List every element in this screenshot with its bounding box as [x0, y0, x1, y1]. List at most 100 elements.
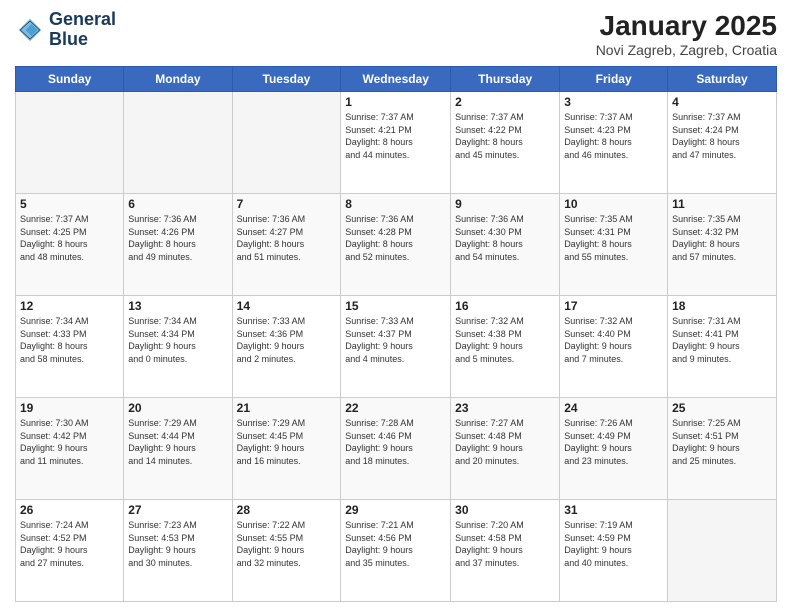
weekday-header-wednesday: Wednesday: [341, 67, 451, 92]
logo-line1: General: [49, 10, 116, 30]
calendar-cell: 29 Sunrise: 7:21 AM Sunset: 4:56 PM Dayli…: [341, 500, 451, 602]
weekday-header-friday: Friday: [560, 67, 668, 92]
calendar-cell: 2 Sunrise: 7:37 AM Sunset: 4:22 PM Daylig…: [451, 92, 560, 194]
calendar-cell: [232, 92, 341, 194]
calendar-cell: 30 Sunrise: 7:20 AM Sunset: 4:58 PM Dayli…: [451, 500, 560, 602]
calendar-week-3: 12 Sunrise: 7:34 AM Sunset: 4:33 PM Dayli…: [16, 296, 777, 398]
day-info: Sunrise: 7:29 AM Sunset: 4:44 PM Dayligh…: [128, 417, 227, 467]
day-number: 9: [455, 197, 555, 211]
title-block: January 2025 Novi Zagreb, Zagreb, Croati…: [596, 10, 777, 58]
day-info: Sunrise: 7:29 AM Sunset: 4:45 PM Dayligh…: [237, 417, 337, 467]
calendar-cell: 18 Sunrise: 7:31 AM Sunset: 4:41 PM Dayli…: [668, 296, 777, 398]
day-info: Sunrise: 7:32 AM Sunset: 4:38 PM Dayligh…: [455, 315, 555, 365]
calendar-cell: 7 Sunrise: 7:36 AM Sunset: 4:27 PM Daylig…: [232, 194, 341, 296]
calendar-cell: 14Sunrise: 7:33 AM Sunset: 4:36 PM Dayli…: [232, 296, 341, 398]
day-number: 18: [672, 299, 772, 313]
header: General Blue January 2025 Novi Zagreb, Z…: [15, 10, 777, 58]
day-info: Sunrise: 7:33 AM Sunset: 4:36 PM Dayligh…: [237, 315, 337, 365]
day-info: Sunrise: 7:21 AM Sunset: 4:56 PM Dayligh…: [345, 519, 446, 569]
day-info: Sunrise: 7:27 AM Sunset: 4:48 PM Dayligh…: [455, 417, 555, 467]
day-number: 11: [672, 197, 772, 211]
calendar-cell: 8Sunrise: 7:36 AM Sunset: 4:28 PM Daylig…: [341, 194, 451, 296]
day-info: Sunrise: 7:37 AM Sunset: 4:25 PM Dayligh…: [20, 213, 119, 263]
calendar-cell: 19 Sunrise: 7:30 AM Sunset: 4:42 PM Dayli…: [16, 398, 124, 500]
calendar-cell: 31 Sunrise: 7:19 AM Sunset: 4:59 PM Dayli…: [560, 500, 668, 602]
calendar-cell: [124, 92, 232, 194]
calendar-cell: 5Sunrise: 7:37 AM Sunset: 4:25 PM Daylig…: [16, 194, 124, 296]
calendar-cell: 24 Sunrise: 7:26 AM Sunset: 4:49 PM Dayli…: [560, 398, 668, 500]
day-number: 7: [237, 197, 337, 211]
day-number: 22: [345, 401, 446, 415]
day-info: Sunrise: 7:36 AM Sunset: 4:30 PM Dayligh…: [455, 213, 555, 263]
weekday-header-sunday: Sunday: [16, 67, 124, 92]
calendar-week-2: 5Sunrise: 7:37 AM Sunset: 4:25 PM Daylig…: [16, 194, 777, 296]
logo-text: General Blue: [49, 10, 116, 50]
calendar-cell: 21Sunrise: 7:29 AM Sunset: 4:45 PM Dayli…: [232, 398, 341, 500]
calendar-cell: 27Sunrise: 7:23 AM Sunset: 4:53 PM Dayli…: [124, 500, 232, 602]
day-number: 17: [564, 299, 663, 313]
day-info: Sunrise: 7:28 AM Sunset: 4:46 PM Dayligh…: [345, 417, 446, 467]
day-number: 31: [564, 503, 663, 517]
page: General Blue January 2025 Novi Zagreb, Z…: [0, 0, 792, 612]
calendar-cell: 15Sunrise: 7:33 AM Sunset: 4:37 PM Dayli…: [341, 296, 451, 398]
day-number: 29: [345, 503, 446, 517]
day-number: 1: [345, 95, 446, 109]
day-number: 20: [128, 401, 227, 415]
calendar-cell: 12 Sunrise: 7:34 AM Sunset: 4:33 PM Dayli…: [16, 296, 124, 398]
weekday-header-row: SundayMondayTuesdayWednesdayThursdayFrid…: [16, 67, 777, 92]
calendar-cell: [16, 92, 124, 194]
calendar-week-1: 1Sunrise: 7:37 AM Sunset: 4:21 PM Daylig…: [16, 92, 777, 194]
calendar-cell: 23 Sunrise: 7:27 AM Sunset: 4:48 PM Dayli…: [451, 398, 560, 500]
day-info: Sunrise: 7:20 AM Sunset: 4:58 PM Dayligh…: [455, 519, 555, 569]
day-info: Sunrise: 7:30 AM Sunset: 4:42 PM Dayligh…: [20, 417, 119, 467]
day-info: Sunrise: 7:36 AM Sunset: 4:27 PM Dayligh…: [237, 213, 337, 263]
day-number: 27: [128, 503, 227, 517]
calendar-cell: 20 Sunrise: 7:29 AM Sunset: 4:44 PM Dayli…: [124, 398, 232, 500]
day-info: Sunrise: 7:34 AM Sunset: 4:33 PM Dayligh…: [20, 315, 119, 365]
day-info: Sunrise: 7:31 AM Sunset: 4:41 PM Dayligh…: [672, 315, 772, 365]
calendar-cell: 25Sunrise: 7:25 AM Sunset: 4:51 PM Dayli…: [668, 398, 777, 500]
day-number: 6: [128, 197, 227, 211]
calendar-cell: 28Sunrise: 7:22 AM Sunset: 4:55 PM Dayli…: [232, 500, 341, 602]
calendar-week-5: 26Sunrise: 7:24 AM Sunset: 4:52 PM Dayli…: [16, 500, 777, 602]
day-info: Sunrise: 7:35 AM Sunset: 4:32 PM Dayligh…: [672, 213, 772, 263]
month-title: January 2025: [596, 10, 777, 42]
day-number: 25: [672, 401, 772, 415]
day-number: 28: [237, 503, 337, 517]
calendar-cell: 10Sunrise: 7:35 AM Sunset: 4:31 PM Dayli…: [560, 194, 668, 296]
calendar-cell: 17 Sunrise: 7:32 AM Sunset: 4:40 PM Dayli…: [560, 296, 668, 398]
day-number: 24: [564, 401, 663, 415]
calendar: SundayMondayTuesdayWednesdayThursdayFrid…: [15, 66, 777, 602]
day-number: 19: [20, 401, 119, 415]
logo-icon: [15, 15, 45, 45]
day-info: Sunrise: 7:19 AM Sunset: 4:59 PM Dayligh…: [564, 519, 663, 569]
calendar-cell: 13 Sunrise: 7:34 AM Sunset: 4:34 PM Dayli…: [124, 296, 232, 398]
day-info: Sunrise: 7:34 AM Sunset: 4:34 PM Dayligh…: [128, 315, 227, 365]
calendar-cell: 1Sunrise: 7:37 AM Sunset: 4:21 PM Daylig…: [341, 92, 451, 194]
weekday-header-monday: Monday: [124, 67, 232, 92]
day-info: Sunrise: 7:37 AM Sunset: 4:22 PM Dayligh…: [455, 111, 555, 161]
day-info: Sunrise: 7:24 AM Sunset: 4:52 PM Dayligh…: [20, 519, 119, 569]
logo: General Blue: [15, 10, 116, 50]
calendar-cell: 11 Sunrise: 7:35 AM Sunset: 4:32 PM Dayli…: [668, 194, 777, 296]
day-number: 3: [564, 95, 663, 109]
calendar-cell: 26Sunrise: 7:24 AM Sunset: 4:52 PM Dayli…: [16, 500, 124, 602]
calendar-cell: 3Sunrise: 7:37 AM Sunset: 4:23 PM Daylig…: [560, 92, 668, 194]
location: Novi Zagreb, Zagreb, Croatia: [596, 42, 777, 58]
calendar-cell: 9 Sunrise: 7:36 AM Sunset: 4:30 PM Daylig…: [451, 194, 560, 296]
calendar-cell: 4Sunrise: 7:37 AM Sunset: 4:24 PM Daylig…: [668, 92, 777, 194]
day-number: 13: [128, 299, 227, 313]
day-number: 12: [20, 299, 119, 313]
day-info: Sunrise: 7:36 AM Sunset: 4:26 PM Dayligh…: [128, 213, 227, 263]
day-info: Sunrise: 7:36 AM Sunset: 4:28 PM Dayligh…: [345, 213, 446, 263]
calendar-cell: 22 Sunrise: 7:28 AM Sunset: 4:46 PM Dayli…: [341, 398, 451, 500]
day-number: 4: [672, 95, 772, 109]
calendar-week-4: 19 Sunrise: 7:30 AM Sunset: 4:42 PM Dayli…: [16, 398, 777, 500]
day-number: 23: [455, 401, 555, 415]
day-number: 2: [455, 95, 555, 109]
day-number: 16: [455, 299, 555, 313]
day-number: 30: [455, 503, 555, 517]
day-info: Sunrise: 7:32 AM Sunset: 4:40 PM Dayligh…: [564, 315, 663, 365]
day-info: Sunrise: 7:26 AM Sunset: 4:49 PM Dayligh…: [564, 417, 663, 467]
calendar-cell: [668, 500, 777, 602]
